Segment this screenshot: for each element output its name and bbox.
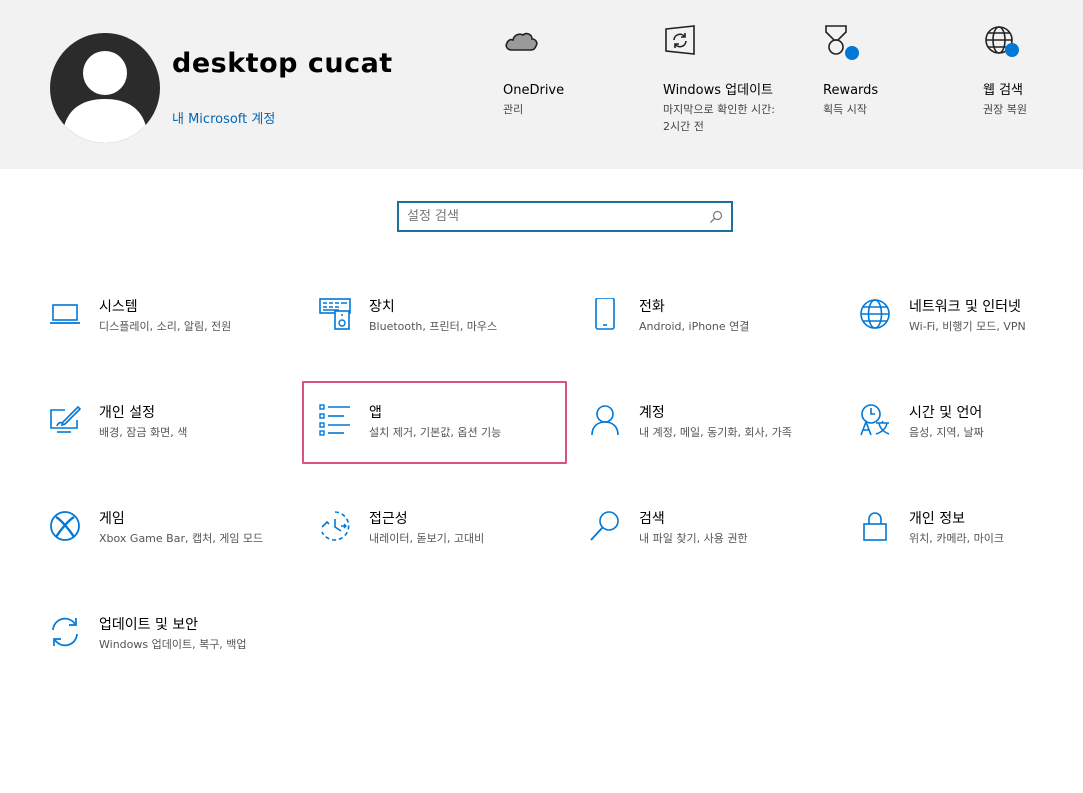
- default-user-icon: [62, 51, 148, 143]
- category-title: 시스템: [99, 299, 138, 315]
- category-title: 개인 설정: [99, 405, 155, 421]
- search-icon[interactable]: [709, 210, 723, 224]
- quick-link-title: Windows 업데이트: [663, 83, 774, 98]
- person-icon: [591, 405, 619, 436]
- quick-link-subtitle: 마지막으로 확인한 시간: 2시간 전: [663, 103, 775, 133]
- windows-update-icon: [663, 24, 699, 60]
- notification-dot: [1005, 43, 1019, 57]
- category-subtitle: 내레이터, 돋보기, 고대비: [369, 532, 485, 545]
- rewards-medal-icon: [823, 24, 859, 60]
- category-subtitle: Wi-Fi, 비행기 모드, VPN: [909, 320, 1026, 333]
- quick-link-title: Rewards: [823, 83, 879, 98]
- category-subtitle: 디스플레이, 소리, 알림, 전원: [99, 320, 232, 333]
- category-title: 게임: [99, 511, 125, 527]
- category-title: 앱: [369, 405, 382, 421]
- category-title: 업데이트 및 보안: [99, 617, 199, 633]
- category-title: 계정: [639, 405, 665, 421]
- update-security-icon: [52, 617, 78, 647]
- quick-link-subtitle: 관리: [503, 103, 524, 116]
- xbox-icon: [50, 511, 80, 541]
- time-language-icon: [860, 404, 890, 436]
- apps-list-icon: [319, 404, 350, 436]
- category-subtitle: 배경, 잠금 화면, 색: [99, 426, 188, 439]
- category-subtitle: 설치 제거, 기본값, 옵션 기능: [369, 426, 502, 439]
- laptop-icon: [50, 304, 80, 324]
- microsoft-account-link[interactable]: 내 Microsoft 계정: [172, 108, 275, 127]
- category-title: 검색: [639, 511, 665, 527]
- category-subtitle: Windows 업데이트, 복구, 백업: [99, 638, 247, 651]
- category-subtitle: 내 계정, 메일, 동기화, 회사, 가족: [639, 426, 792, 439]
- quick-link-web-search[interactable]: 웹 검색 권장 복원: [983, 24, 1078, 118]
- quick-link-onedrive[interactable]: OneDrive 관리: [503, 24, 653, 118]
- cloud-icon: [503, 24, 539, 60]
- quick-link-subtitle: 획득 시작: [823, 103, 867, 116]
- globe-icon: [983, 24, 1019, 60]
- category-title: 네트워크 및 인터넷: [909, 299, 1021, 315]
- category-subtitle: 위치, 카메라, 마이크: [909, 532, 1004, 545]
- settings-search-box[interactable]: [397, 201, 733, 232]
- phone-icon: [595, 298, 615, 330]
- category-subtitle: 음성, 지역, 날짜: [909, 426, 984, 439]
- account-header: desktop cucat 내 Microsoft 계정 OneDrive 관리…: [0, 0, 1083, 169]
- ease-of-access-icon: [321, 511, 350, 541]
- category-title: 개인 정보: [909, 511, 965, 527]
- notification-dot: [845, 46, 859, 60]
- settings-search-input[interactable]: [407, 206, 702, 227]
- category-subtitle: 내 파일 찾기, 사용 권한: [639, 532, 748, 545]
- category-title: 접근성: [369, 511, 408, 527]
- network-globe-icon: [860, 299, 890, 329]
- avatar[interactable]: [50, 33, 160, 143]
- category-subtitle: Xbox Game Bar, 캡처, 게임 모드: [99, 532, 264, 545]
- quick-link-title: OneDrive: [503, 83, 565, 98]
- category-title: 전화: [639, 299, 665, 315]
- category-title: 시간 및 언어: [909, 405, 983, 421]
- quick-link-windows-update[interactable]: Windows 업데이트 마지막으로 확인한 시간: 2시간 전: [663, 24, 775, 135]
- user-name: desktop cucat: [172, 48, 393, 79]
- devices-icon: [319, 298, 351, 330]
- search-magnifier-icon: [590, 511, 619, 541]
- lock-icon: [863, 512, 887, 541]
- personalization-icon: [50, 405, 81, 433]
- quick-link-rewards[interactable]: Rewards 획득 시작: [823, 24, 973, 118]
- quick-link-title: 웹 검색: [983, 83, 1024, 98]
- quick-link-subtitle: 권장 복원: [983, 103, 1027, 116]
- category-title: 장치: [369, 299, 395, 315]
- category-subtitle: Bluetooth, 프린터, 마우스: [369, 320, 498, 333]
- category-subtitle: Android, iPhone 연결: [639, 320, 750, 333]
